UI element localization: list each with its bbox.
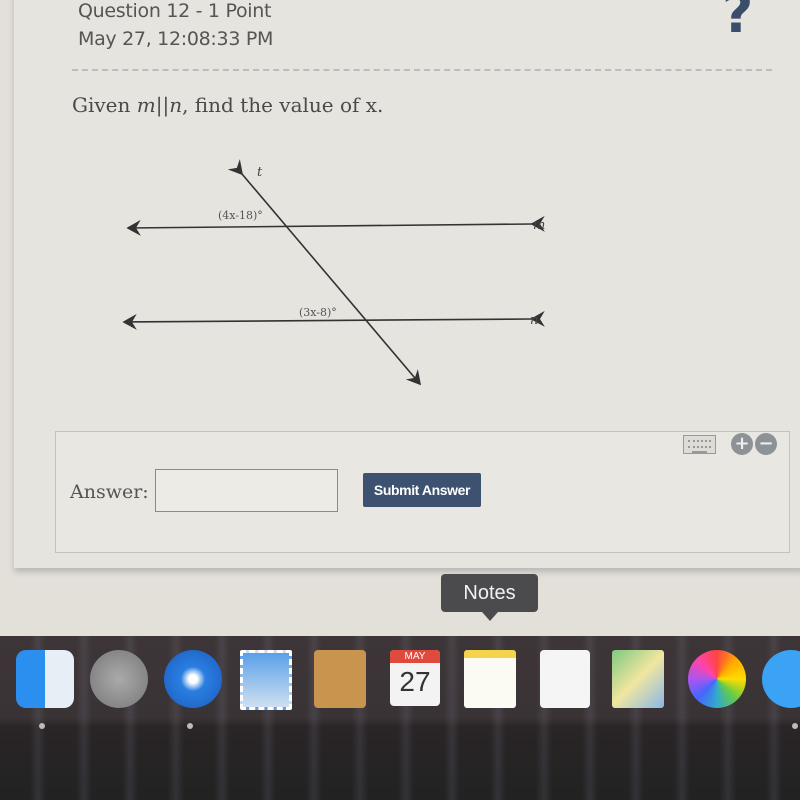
answer-label: Answer:: [70, 481, 149, 503]
calendar-month: MAY: [390, 650, 440, 663]
calendar-day: 27: [399, 666, 431, 697]
question-timestamp: May 27, 12:08:33 PM: [78, 28, 274, 50]
line-n: [122, 310, 545, 330]
running-indicator: [187, 723, 193, 729]
parallel-lines-figure: t m n (4x-18)° (3x-8)°: [122, 159, 545, 386]
label-n: n: [530, 313, 538, 328]
finder-icon[interactable]: [16, 650, 74, 708]
prompt-suffix: , find the value of x.: [182, 93, 384, 117]
submit-answer-button[interactable]: Submit Answer: [363, 473, 481, 507]
maps-icon[interactable]: [612, 650, 664, 708]
prompt-prefix: Given: [72, 93, 137, 117]
dock: MAY 27: [0, 636, 800, 800]
dock-tooltip: Notes: [441, 574, 538, 621]
launchpad-icon[interactable]: [90, 650, 148, 708]
prompt-math: m||n: [136, 93, 183, 117]
question-title: Question 12 - 1 Point: [78, 0, 272, 22]
answer-input[interactable]: [155, 469, 338, 512]
running-indicator: [39, 723, 45, 729]
transversal-t: [227, 159, 422, 386]
running-indicator: [792, 723, 798, 729]
notes-icon[interactable]: [464, 650, 516, 708]
line-m: [126, 215, 545, 236]
plus-circle-icon[interactable]: +: [731, 433, 753, 455]
keyboard-icon[interactable]: [683, 435, 716, 454]
minus-circle-icon[interactable]: −: [755, 433, 777, 455]
question-mark-icon[interactable]: ?: [722, 0, 753, 45]
angle-top-label: (4x-18)°: [218, 209, 263, 222]
question-prompt: Given m||n, find the value of x.: [72, 93, 383, 117]
divider: [72, 69, 772, 71]
contacts-icon[interactable]: [314, 650, 366, 708]
label-m: m: [533, 218, 545, 233]
mail-icon[interactable]: [240, 650, 292, 710]
angle-bottom-label: (3x-8)°: [299, 306, 337, 319]
reminders-icon[interactable]: [540, 650, 590, 708]
photos-icon[interactable]: [688, 650, 746, 708]
safari-icon[interactable]: [164, 650, 222, 708]
label-t: t: [257, 165, 263, 180]
calendar-icon[interactable]: MAY 27: [390, 650, 440, 706]
